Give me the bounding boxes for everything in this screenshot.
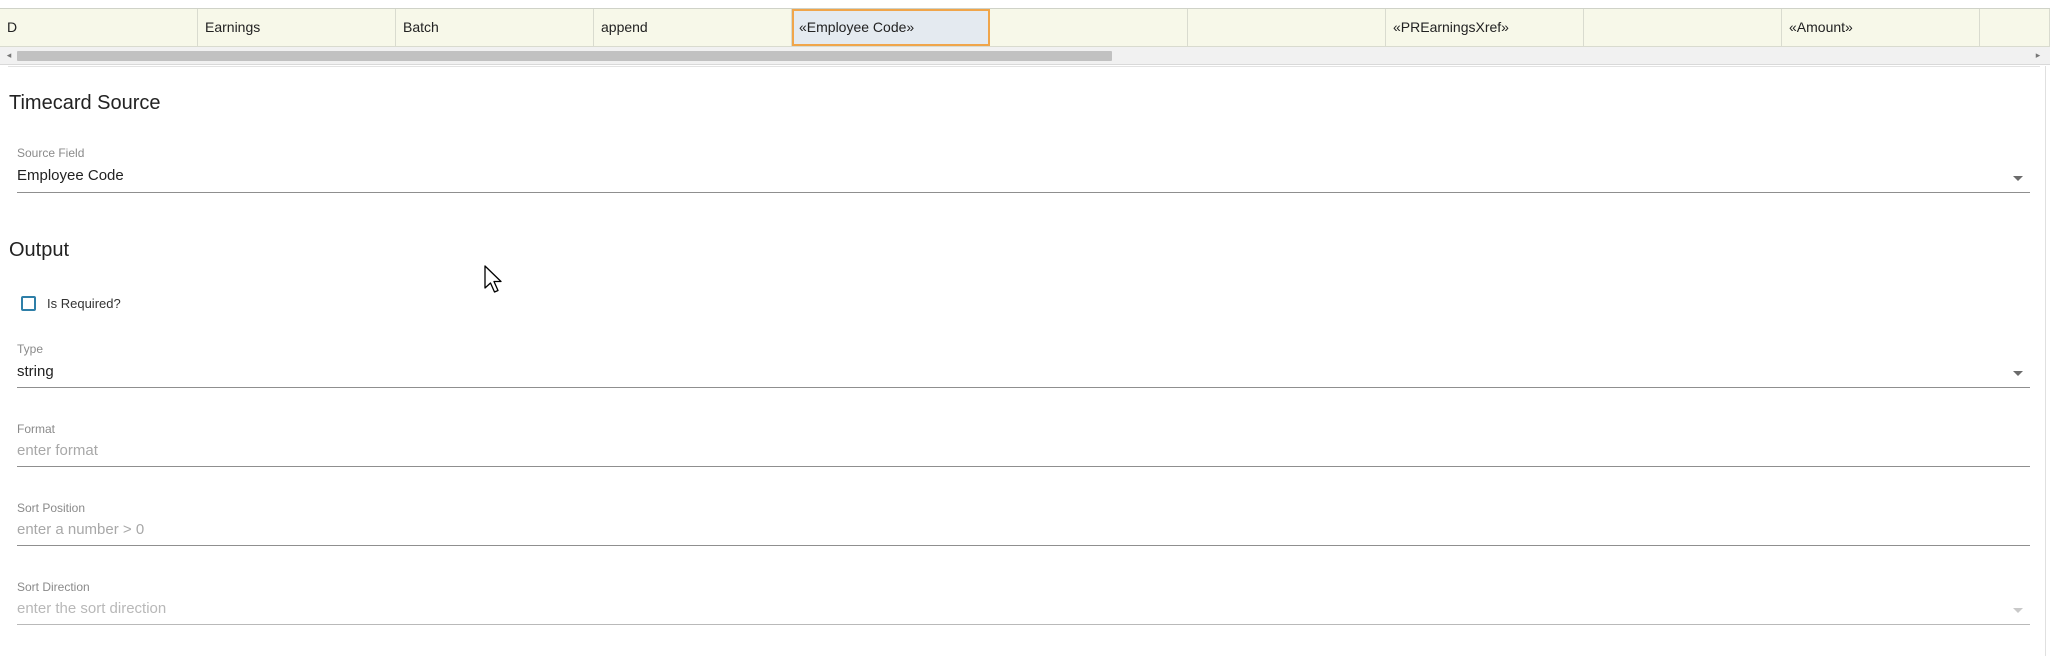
data-grid: D Earnings Batch append «Employee Code» … (0, 0, 2050, 66)
horizontal-scrollbar[interactable]: ◂ ▸ (0, 47, 2050, 65)
type-label: Type (17, 342, 44, 356)
scroll-right-arrow-icon[interactable]: ▸ (2031, 47, 2045, 64)
section-title-timecard-source: Timecard Source (9, 92, 161, 114)
grid-cell[interactable] (1188, 9, 1386, 46)
scroll-left-arrow-icon[interactable]: ◂ (2, 47, 16, 64)
chevron-down-icon[interactable] (2013, 608, 2023, 613)
grid-cell[interactable] (1980, 9, 2050, 46)
is-required-label[interactable]: Is Required? (47, 296, 121, 311)
chevron-down-icon[interactable] (2013, 176, 2023, 181)
source-field-value: Employee Code (17, 167, 124, 184)
chevron-down-icon[interactable] (2013, 371, 2023, 376)
section-divider (8, 66, 2040, 67)
grid-cell[interactable]: Earnings (198, 9, 396, 46)
grid-cell[interactable]: «Amount» (1782, 9, 1980, 46)
sort-direction-select[interactable]: Sort Direction enter the sort direction (17, 580, 2030, 625)
type-select[interactable]: Type string (17, 342, 2030, 388)
format-field[interactable]: Format (17, 422, 2030, 467)
section-title-output: Output (9, 239, 70, 261)
grid-cell[interactable] (1584, 9, 1782, 46)
grid-cell-selected[interactable]: «Employee Code» (792, 9, 990, 46)
format-input[interactable] (17, 442, 1917, 459)
grid-cell[interactable]: D (0, 9, 198, 46)
source-field-label: Source Field (17, 146, 85, 160)
type-value: string (17, 363, 54, 380)
source-field-select[interactable]: Source Field Employee Code (17, 146, 2030, 193)
mouse-pointer-icon (484, 265, 502, 293)
grid-cell[interactable]: «PREarningsXref» (1386, 9, 1584, 46)
panel-edge (2045, 66, 2046, 656)
grid-cell[interactable]: Batch (396, 9, 594, 46)
sort-position-input[interactable] (17, 521, 1917, 538)
grid-cell[interactable]: append (594, 9, 792, 46)
is-required-checkbox[interactable] (21, 296, 36, 311)
scrollbar-thumb[interactable] (17, 51, 1112, 61)
grid-cell[interactable] (990, 9, 1188, 46)
sort-position-label: Sort Position (17, 501, 86, 515)
format-label: Format (17, 422, 56, 436)
sort-direction-label: Sort Direction (17, 580, 90, 594)
sort-position-field[interactable]: Sort Position (17, 501, 2030, 546)
table-row: D Earnings Batch append «Employee Code» … (0, 9, 2050, 47)
sort-direction-placeholder: enter the sort direction (17, 600, 167, 617)
